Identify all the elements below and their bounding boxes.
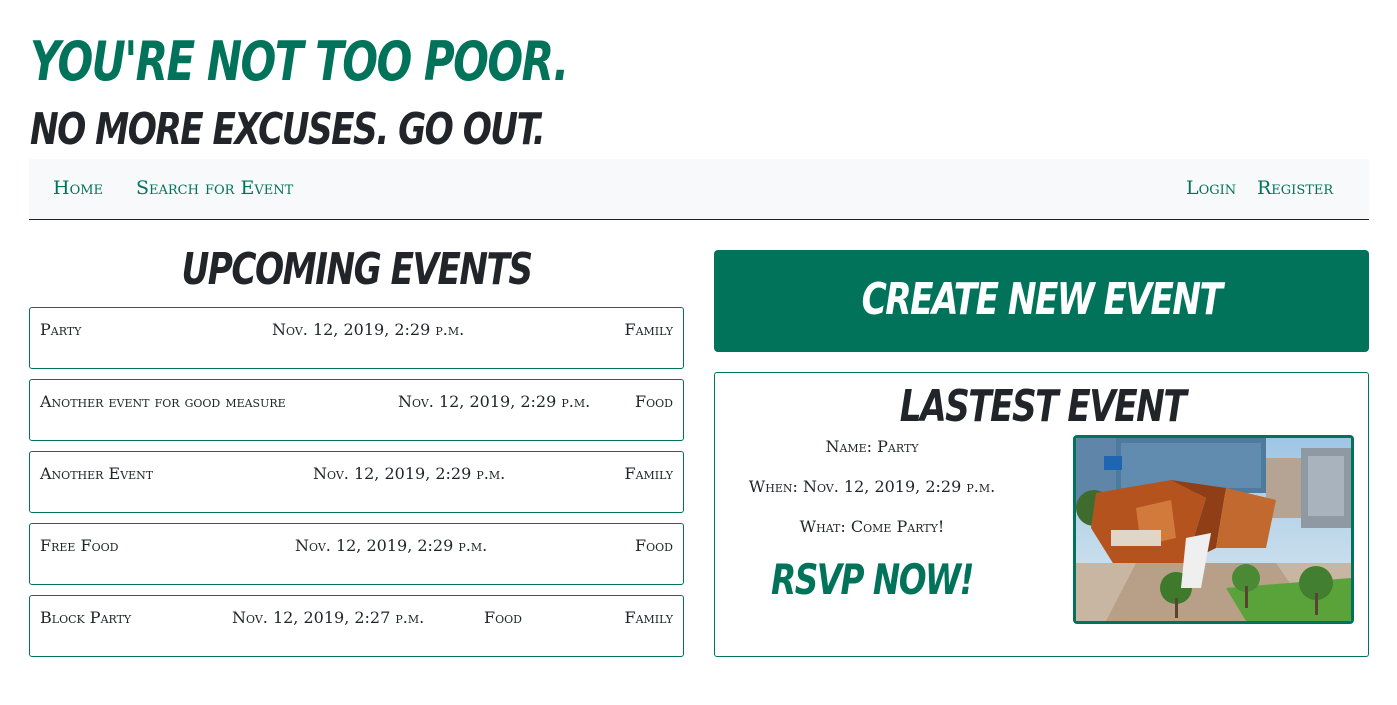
- event-card[interactable]: Another event for good measure Nov. 12, …: [29, 379, 684, 441]
- event-photo: [1073, 435, 1354, 624]
- nav-search-link[interactable]: Search for Event: [136, 177, 293, 199]
- nav-login-link[interactable]: Login: [1186, 177, 1236, 199]
- event-card[interactable]: Party Nov. 12, 2019, 2:29 p.m. Family: [29, 307, 684, 369]
- event-date: Nov. 12, 2019, 2:27 p.m.: [232, 608, 425, 627]
- navbar: Home Search for Event Login Register: [29, 159, 1369, 220]
- event-tag: Family: [624, 320, 673, 339]
- event-name: Block Party: [40, 608, 132, 627]
- event-date: Nov. 12, 2019, 2:29 p.m.: [313, 464, 506, 483]
- latest-event-when: When: Nov. 12, 2019, 2:29 p.m.: [748, 477, 996, 496]
- event-card[interactable]: Block Party Nov. 12, 2019, 2:27 p.m. Foo…: [29, 595, 684, 657]
- event-tag: Food: [635, 536, 673, 555]
- latest-event-what: What: Come Party!: [799, 517, 945, 536]
- latest-event-title: Lastest Event: [899, 381, 1187, 432]
- event-tag: Food: [635, 392, 673, 411]
- latest-event-name: Name: Party: [825, 437, 919, 456]
- event-tag: Family: [624, 608, 673, 627]
- upcoming-events-title: Upcoming Events: [181, 244, 533, 295]
- latest-event-card: Lastest Event Name: Party When: Nov. 12,…: [714, 372, 1369, 657]
- event-date: Nov. 12, 2019, 2:29 p.m.: [295, 536, 488, 555]
- event-date: Nov. 12, 2019, 2:29 p.m.: [272, 320, 465, 339]
- event-name: Another event for good measure: [40, 392, 286, 411]
- event-name: Another Event: [40, 464, 154, 483]
- event-card[interactable]: Free Food Nov. 12, 2019, 2:29 p.m. Food: [29, 523, 684, 585]
- tagline-primary: You're not too poor.: [30, 30, 569, 93]
- event-name: Free Food: [40, 536, 119, 555]
- event-tag: Family: [624, 464, 673, 483]
- event-name: Party: [40, 320, 82, 339]
- create-event-button[interactable]: Create New Event: [714, 250, 1369, 352]
- rsvp-button[interactable]: RSVP Now!: [765, 555, 979, 604]
- event-date: Nov. 12, 2019, 2:29 p.m.: [398, 392, 591, 411]
- event-tag: Food: [484, 608, 522, 627]
- nav-home-link[interactable]: Home: [53, 177, 103, 199]
- nav-register-link[interactable]: Register: [1257, 177, 1333, 199]
- event-card[interactable]: Another Event Nov. 12, 2019, 2:29 p.m. F…: [29, 451, 684, 513]
- tagline-secondary: No more excuses. Go out.: [30, 104, 546, 155]
- create-event-label: Create New Event: [861, 274, 1223, 325]
